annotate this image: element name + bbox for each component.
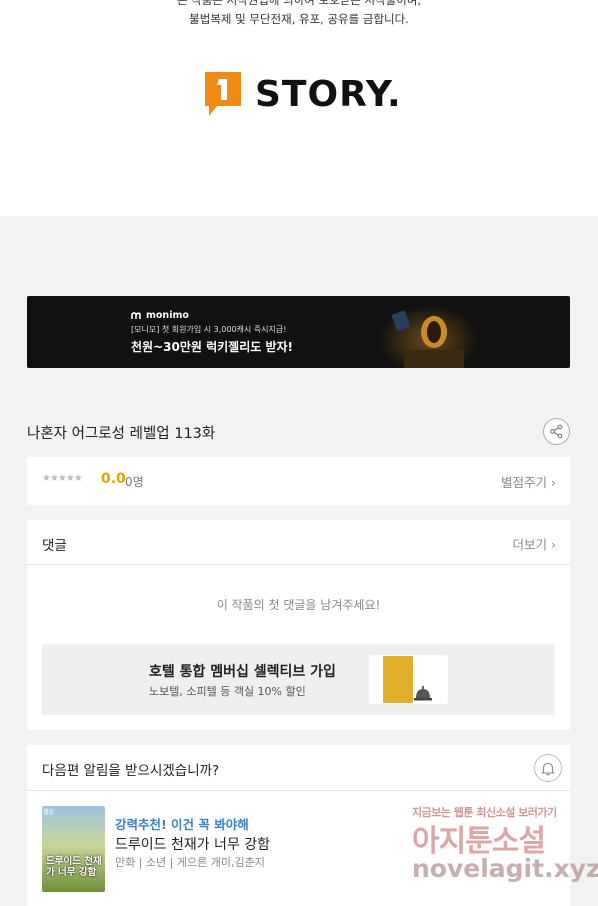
jelly-image: [379, 298, 479, 368]
logo-text: STORY.: [255, 73, 402, 115]
notify-header: 다음편 알림을 받으시겠습니까?: [27, 745, 570, 791]
rating-bar: ★★★★★ 0.0 0명 별점주기 ›: [27, 457, 570, 505]
empty-comments-message: 이 작품의 첫 댓글을 남겨주세요!: [216, 598, 381, 612]
membership-card-image: [369, 655, 448, 704]
recommended-tag: 강력추천! 이건 꼭 봐야해: [115, 817, 249, 832]
comments-more-link[interactable]: 더보기 ›: [513, 534, 556, 553]
membership-card: [383, 656, 413, 703]
comments-title: 댓글: [42, 538, 67, 554]
onestory-logo-icon: [203, 70, 243, 118]
service-bell-icon: [414, 686, 432, 701]
recommended-meta: 만화 | 소년 | 게으른 개미,김춘지: [115, 856, 265, 869]
share-icon: [550, 424, 563, 439]
rating-score: 0.0: [101, 471, 126, 487]
monimo-ad-banner[interactable]: monimo [모니모] 첫 회원가입 시 3,000캐시 즉시지급! 천원~3…: [27, 296, 570, 368]
monimo-icon: [131, 311, 141, 319]
rate-button[interactable]: 별점주기 ›: [501, 472, 556, 491]
notify-title: 다음편 알림을 받으시겠습니까?: [42, 763, 220, 779]
watermark: 지금보는 웹툰 최신소설 보러가기 아지툰소설 novelagit.xyz: [412, 804, 598, 889]
rating-count: 0명: [125, 475, 144, 489]
hotel-membership-ad[interactable]: 호텔 통합 멤버십 셀렉티브 가입 노보텔, 소피텔 등 객실 10% 할인: [42, 644, 555, 715]
thumb-title: 드루이드 천재가 너무 강함: [46, 856, 102, 878]
comments-section: 댓글 더보기 › 이 작품의 첫 댓글을 남겨주세요! 호텔 통합 멤버십 셀렉…: [27, 520, 570, 730]
share-button[interactable]: [543, 418, 570, 445]
copyright-line-2: 불법복제 및 무단전재, 유포, 공유를 금합니다.: [189, 12, 409, 26]
monimo-brand: monimo: [131, 310, 189, 321]
banner-headline: 천원~30만원 럭키젤리도 받자!: [131, 340, 294, 354]
brand-label: monimo: [146, 310, 189, 321]
bell-icon: [541, 762, 555, 775]
recommended-title[interactable]: 드루이드 천재가 너무 강함: [115, 834, 270, 854]
banner-subtext: [모니모] 첫 회원가입 시 3,000캐시 즉시지급!: [131, 325, 287, 334]
copyright-section: 본 작품은 저작권법에 의하여 보호받는 저작물이며, 불법복제 및 무단전재,…: [0, 0, 598, 216]
recommended-thumbnail[interactable]: 웹툰 드루이드 천재가 너무 강함: [42, 806, 105, 892]
ad-title: 호텔 통합 멤버십 셀렉티브 가입: [149, 664, 336, 680]
star-rating-icon: ★★★★★: [42, 473, 83, 484]
comments-header: 댓글 더보기 ›: [27, 520, 570, 565]
ad-subtitle: 노보텔, 소피텔 등 객실 10% 할인: [149, 685, 306, 698]
copyright-line-1: 본 작품은 저작권법에 의하여 보호받는 저작물이며,: [176, 0, 422, 7]
watermark-line-3: novelagit.xyz: [412, 854, 598, 883]
onestory-logo: STORY.: [203, 70, 402, 118]
thumb-badge: 웹툰: [43, 809, 55, 816]
episode-title: 나혼자 어그로성 레벨업 113화: [27, 426, 216, 442]
notify-bell-button[interactable]: [534, 754, 562, 782]
